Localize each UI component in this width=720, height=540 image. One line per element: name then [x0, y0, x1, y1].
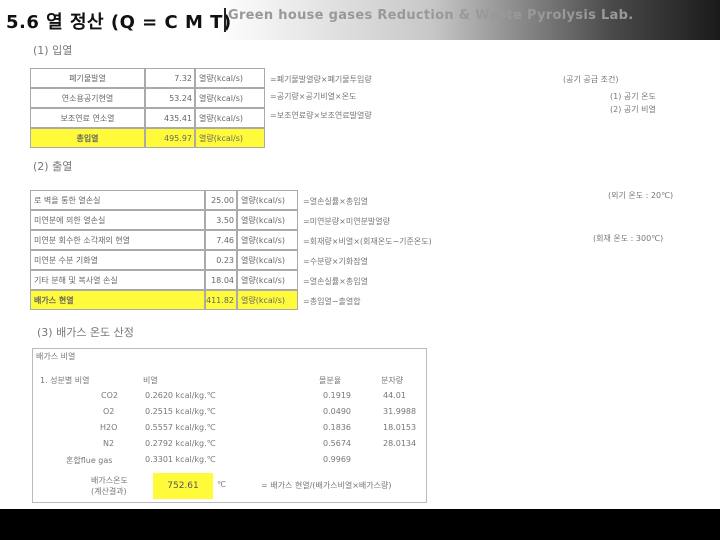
gas-name: CO2: [101, 391, 118, 400]
gas-temp-label: 배가스온도: [91, 476, 128, 485]
output-row-unit: 열량(kcal/s): [237, 210, 298, 230]
input-row-label: 폐기물발열: [30, 68, 145, 88]
gas-col-frac: 몰분율: [319, 376, 342, 385]
input-side-note: (2) 공기 비열: [610, 105, 656, 114]
output-formula: =수분량×기화잠열: [303, 257, 368, 266]
output-total-value: 411.82: [205, 290, 237, 310]
output-side-note: (회재 온도 : 300℃): [593, 234, 664, 243]
gas-frac: 0.1836: [323, 423, 351, 432]
section-gas-temp-heading: (3) 배가스 온도 산정: [37, 326, 134, 339]
gas-col-heat: 비열: [143, 376, 158, 385]
output-row-unit: 열량(kcal/s): [237, 270, 298, 290]
input-total-value: 495.97: [145, 128, 195, 148]
gas-temp-sublabel: (계산결과): [91, 487, 127, 496]
input-row-unit: 열량(kcal/s): [195, 68, 265, 88]
output-row-label: 미연분에 의한 열손실: [30, 210, 205, 230]
output-row-value: 7.46: [205, 230, 237, 250]
output-total-label: 배가스 현열: [30, 290, 205, 310]
gas-heat: 0.5557 kcal/kg.℃: [145, 423, 216, 432]
input-formula: =보조연료량×보조연료발열량: [270, 111, 372, 120]
page-title: 5.6 열 정산 (Q = C M T): [6, 12, 232, 33]
input-total-label: 총입열: [30, 128, 145, 148]
output-row-unit: 열량(kcal/s): [237, 230, 298, 250]
output-row-value: 18.04: [205, 270, 237, 290]
gas-heat: 0.3301 kcal/kg.℃: [145, 455, 216, 464]
gas-heat: 0.2792 kcal/kg.℃: [145, 439, 216, 448]
gas-col-mw: 분자량: [381, 376, 404, 385]
gas-mw: 28.0134: [383, 439, 417, 448]
input-formula: =공기량×공기비열×온도: [270, 92, 357, 101]
output-formula: =회재량×비열×(회재온도−기준온도): [303, 237, 432, 246]
input-row-unit: 열량(kcal/s): [195, 88, 265, 108]
gas-table-header: 배가스 비열: [36, 352, 76, 361]
input-side-note: (1) 공기 온도: [610, 92, 656, 101]
output-row-label: 로 벽을 통한 열손실: [30, 190, 205, 210]
output-formula: =열손실률×총입열: [303, 277, 368, 286]
footer-bar: [0, 509, 720, 540]
input-row-label: 보조연료 연소열: [30, 108, 145, 128]
gas-frac: 0.9969: [323, 455, 351, 464]
gas-name: N2: [103, 439, 115, 448]
gas-mw: 31.9988: [383, 407, 417, 416]
gas-temp-unit: ℃: [217, 480, 226, 489]
gas-temp-value: 752.61: [153, 473, 213, 499]
gas-name: 혼합flue gas: [66, 456, 113, 465]
output-row-value: 3.50: [205, 210, 237, 230]
input-row-value: 53.24: [145, 88, 195, 108]
input-row-unit: 열량(kcal/s): [195, 108, 265, 128]
gas-temp-formula: = 배가스 현열/(배가스비열×배가스량): [261, 481, 392, 490]
output-total-unit: 열량(kcal/s): [237, 290, 298, 310]
output-table: 로 벽을 통한 열손실 25.00 열량(kcal/s) 미연분에 의한 열손실…: [30, 190, 298, 310]
gas-frac: 0.1919: [323, 391, 351, 400]
section-output-heading: (2) 출열: [33, 160, 73, 173]
title-divider: [224, 8, 226, 32]
input-total-unit: 열량(kcal/s): [195, 128, 265, 148]
output-row-label: 미연분 수분 기화열: [30, 250, 205, 270]
input-side-note: (공기 공급 조건): [563, 75, 619, 84]
gas-name: H2O: [100, 423, 118, 432]
output-row-unit: 열량(kcal/s): [237, 250, 298, 270]
output-row-value: 25.00: [205, 190, 237, 210]
section-input-heading: (1) 입열: [33, 44, 73, 57]
output-formula: =열손실률×총입열: [303, 197, 368, 206]
flue-gas-table: 배가스 비열 1. 성분별 비열 비열 몰분율 분자량 CO2 0.2620 k…: [32, 348, 427, 503]
gas-mw: 18.0153: [383, 423, 417, 432]
gas-sub-header: 1. 성분별 비열: [40, 376, 90, 385]
input-row-value: 435.41: [145, 108, 195, 128]
output-row-unit: 열량(kcal/s): [237, 190, 298, 210]
output-formula: =미연분량×미연분발열량: [303, 217, 391, 226]
output-row-label: 미연분 회수한 소각재의 현열: [30, 230, 205, 250]
output-row-value: 0.23: [205, 250, 237, 270]
gas-heat: 0.2620 kcal/kg.℃: [145, 391, 216, 400]
gas-frac: 0.5674: [323, 439, 351, 448]
input-formula: =폐기물발열량×폐기물투입량: [270, 75, 372, 84]
input-row-label: 연소용공기현열: [30, 88, 145, 108]
gas-heat: 0.2515 kcal/kg.℃: [145, 407, 216, 416]
output-row-label: 기타 분해 및 복사열 손실: [30, 270, 205, 290]
output-side-note: (외기 온도 : 20℃): [608, 191, 674, 200]
gas-mw: 44.01: [383, 391, 406, 400]
input-table: 폐기물발열 7.32 열량(kcal/s) 연소용공기현열 53.24 열량(k…: [30, 68, 265, 148]
gas-frac: 0.0490: [323, 407, 351, 416]
input-row-value: 7.32: [145, 68, 195, 88]
gas-name: O2: [103, 407, 115, 416]
output-formula: =총입열−출열합: [303, 297, 361, 306]
footer-lab-name: Green house gases Reduction & Waste Pyro…: [228, 8, 634, 23]
